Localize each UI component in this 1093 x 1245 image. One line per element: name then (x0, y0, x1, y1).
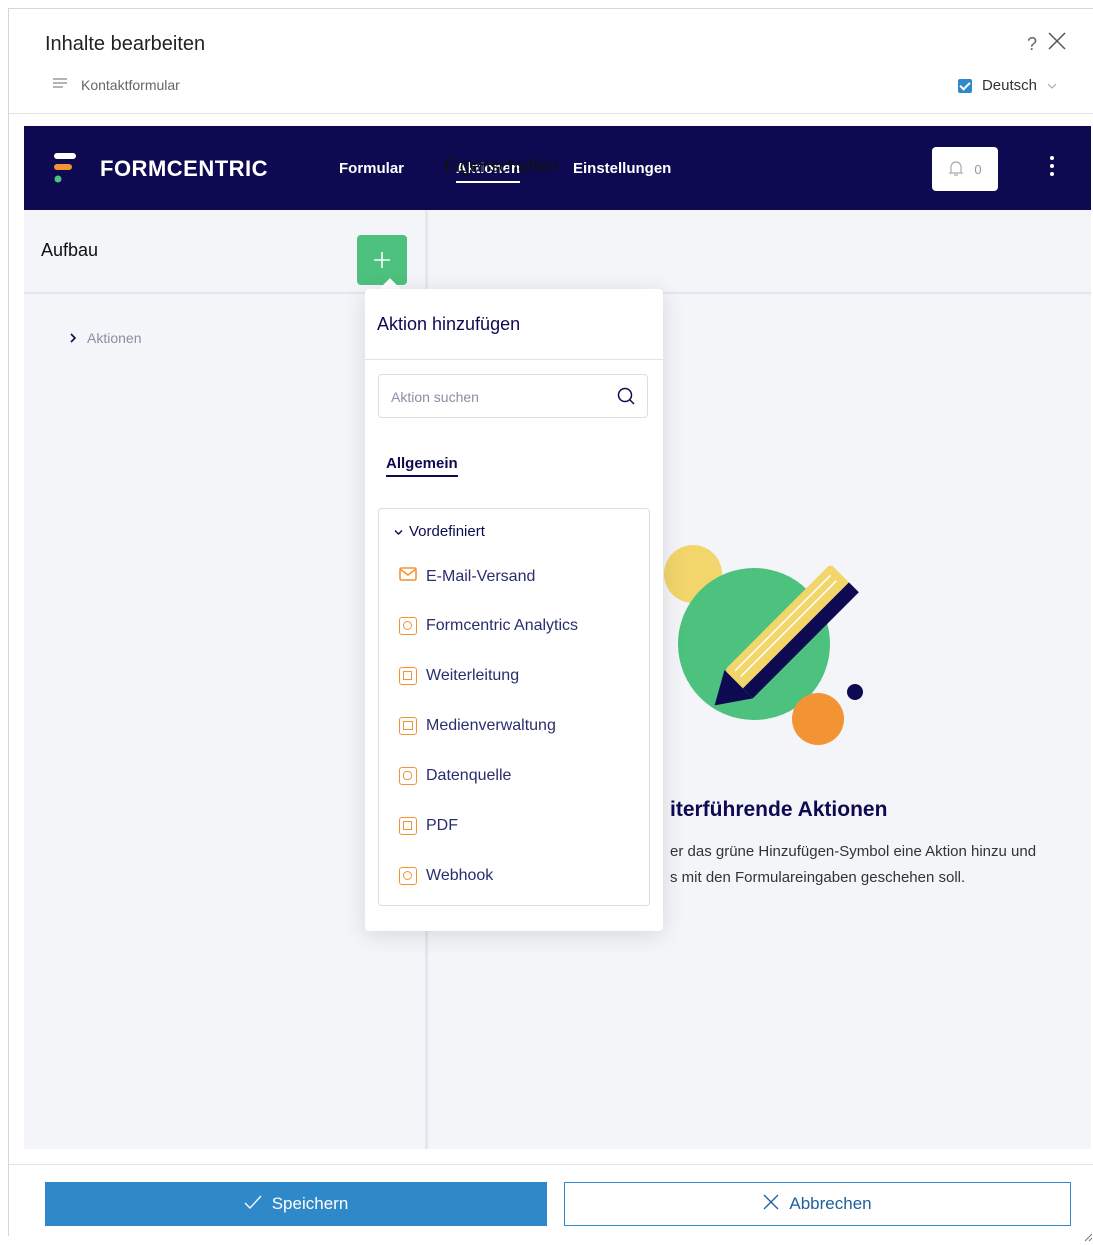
predefined-actions-group: Vordefiniert E-Mail-Versand Formcentric … (378, 508, 650, 906)
pdf-icon (399, 817, 417, 835)
close-icon[interactable] (1047, 31, 1067, 57)
action-redirect[interactable]: Weiterleitung (399, 667, 519, 685)
search-icon[interactable] (617, 387, 635, 410)
empty-state-text: er das grüne Hinzufügen-Symbol eine Akti… (670, 839, 1090, 891)
popup-title: Aktion hinzufügen (377, 314, 521, 334)
close-icon (763, 1194, 779, 1215)
dialog-subtitle: Kontaktformular (53, 77, 180, 93)
tab-allgemein[interactable]: Allgemein (386, 455, 458, 477)
pencil-illustration (664, 545, 863, 745)
cancel-button[interactable]: Abbrechen (564, 1182, 1071, 1226)
edit-dialog: Inhalte bearbeiten ? Kontaktformular Deu… (8, 8, 1093, 1242)
properties-title: Eigenschaften (444, 156, 559, 176)
cancel-label: Abbrechen (789, 1194, 872, 1213)
envelope-icon (399, 567, 417, 586)
text-lines-icon (53, 77, 69, 93)
tree-item-aktionen[interactable]: Aktionen (70, 330, 141, 346)
action-email[interactable]: E-Mail-Versand (399, 567, 535, 586)
action-label: Weiterleitung (426, 667, 520, 684)
formcentric-logo (54, 153, 76, 183)
action-label: PDF (426, 817, 458, 834)
language-label: Deutsch (981, 77, 1037, 94)
language-selector[interactable]: Deutsch (957, 77, 1057, 94)
notifications-button[interactable]: 0 (932, 147, 998, 191)
action-label: Webhook (426, 867, 494, 884)
empty-state-line: er das grüne Hinzufügen-Symbol eine Akti… (670, 843, 1037, 860)
structure-title: Aufbau (41, 240, 99, 260)
form-name: Kontaktformular (81, 77, 180, 93)
bell-icon (948, 159, 964, 180)
nav-formular[interactable]: Formular (339, 160, 404, 177)
media-icon (399, 717, 417, 735)
language-checkbox[interactable] (957, 78, 972, 93)
empty-state-line: s mit den Formulareingaben geschehen sol… (670, 869, 966, 886)
action-label: Medienverwaltung (426, 717, 556, 734)
add-action-popup: Aktion hinzufügen Allgemein Vordefiniert… (365, 289, 663, 931)
dialog-title: Inhalte bearbeiten (45, 33, 206, 55)
check-icon (244, 1194, 262, 1214)
divider (9, 1164, 1093, 1165)
redirect-icon (399, 667, 417, 685)
action-media[interactable]: Medienverwaltung (399, 717, 556, 735)
dialog-actions: ? (1027, 31, 1067, 57)
nav-einstellungen[interactable]: Einstellungen (573, 160, 671, 177)
divider (9, 113, 1093, 114)
webhook-icon (399, 867, 417, 885)
save-label: Speichern (271, 1194, 349, 1213)
action-search-field[interactable] (378, 374, 648, 418)
divider (365, 359, 663, 360)
group-label: Vordefiniert (409, 523, 485, 540)
action-label: E-Mail-Versand (426, 567, 536, 585)
action-datasource[interactable]: Datenquelle (399, 767, 511, 785)
database-icon (399, 767, 417, 785)
more-menu-icon[interactable] (1050, 156, 1056, 180)
group-header[interactable]: Vordefiniert (394, 523, 485, 540)
chevron-down-icon (394, 523, 403, 540)
tree-item-label: Aktionen (87, 330, 142, 346)
action-pdf[interactable]: PDF (399, 817, 458, 835)
help-icon[interactable]: ? (1027, 34, 1037, 55)
save-button[interactable]: Speichern (45, 1182, 547, 1226)
resize-handle-icon[interactable] (1083, 1231, 1093, 1245)
action-label: Datenquelle (426, 767, 512, 784)
action-analytics[interactable]: Formcentric Analytics (399, 617, 578, 635)
action-search-input[interactable] (389, 388, 613, 406)
empty-state-title: iterführende Aktionen (670, 798, 888, 821)
chevron-down-icon (1047, 77, 1057, 94)
chevron-right-icon (70, 330, 77, 346)
brand-name: FORMCENTRIC (100, 156, 269, 181)
action-label: Formcentric Analytics (426, 617, 579, 634)
notification-count: 0 (974, 161, 982, 177)
add-action-button[interactable] (357, 235, 407, 285)
action-webhook[interactable]: Webhook (399, 867, 493, 885)
analytics-icon (399, 617, 417, 635)
